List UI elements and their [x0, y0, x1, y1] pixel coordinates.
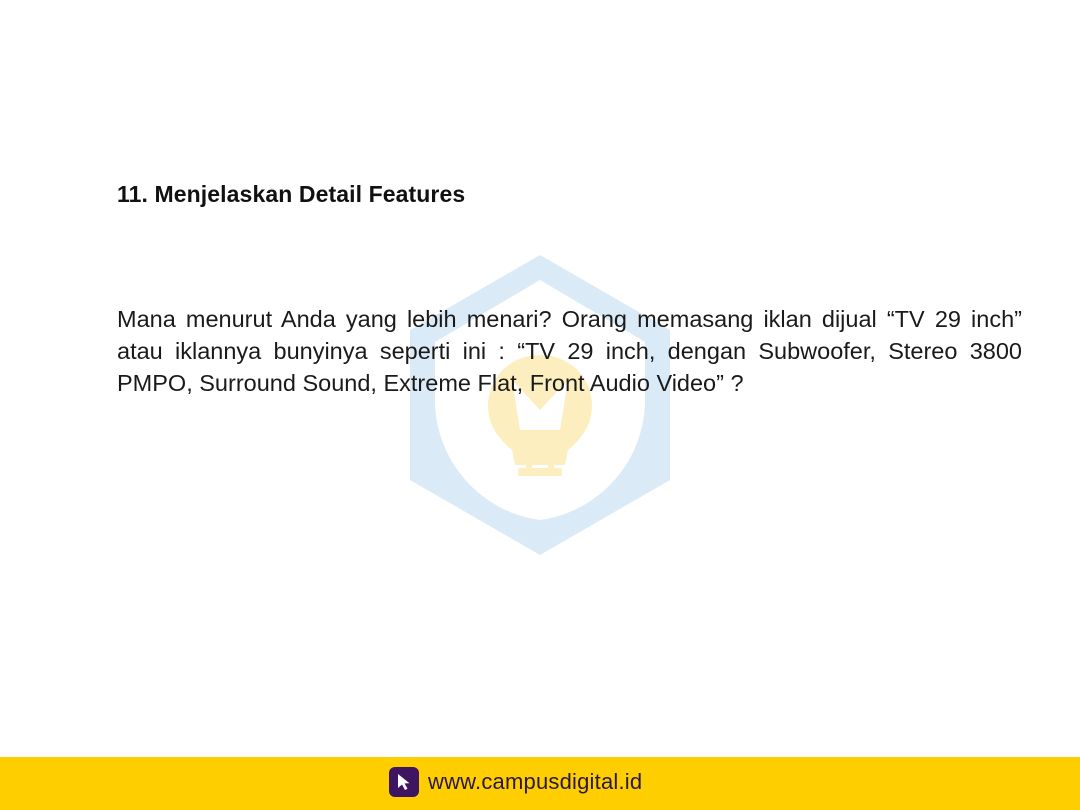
slide-title: 11. Menjelaskan Detail Features [117, 181, 466, 207]
slide: 11. Menjelaskan Detail Features Mana men… [0, 0, 1080, 810]
cursor-arrow-icon [389, 767, 419, 797]
footer-bar: www.campusdigital.id [0, 757, 1080, 810]
hexagon-lightbulb-logo-watermark [410, 255, 670, 555]
slide-body-text: Mana menurut Anda yang lebih menari? Ora… [117, 306, 1022, 396]
footer-brand[interactable]: www.campusdigital.id [389, 767, 642, 797]
footer-url-link[interactable]: www.campusdigital.id [428, 769, 642, 795]
